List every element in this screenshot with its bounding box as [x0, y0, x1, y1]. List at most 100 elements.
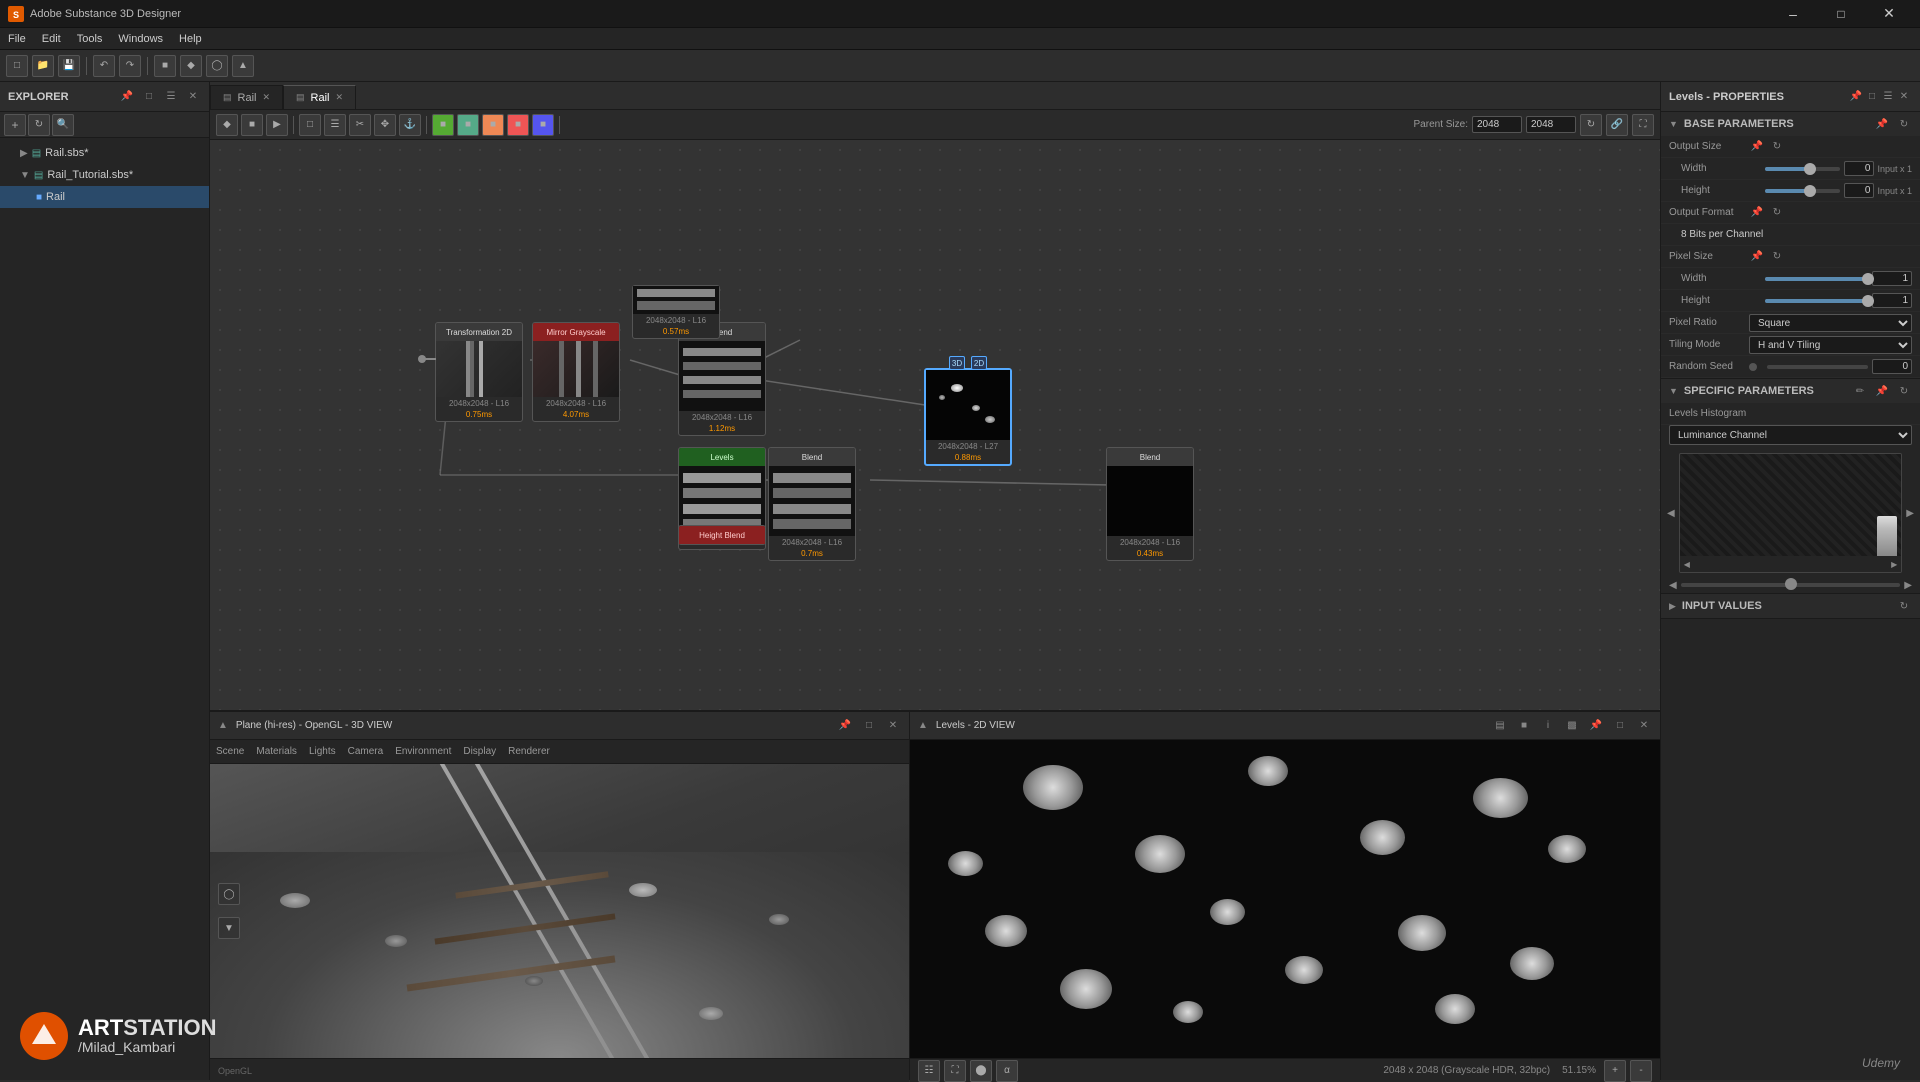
pixel-ratio-select[interactable]: Square: [1749, 314, 1912, 332]
node-blend-right[interactable]: Blend 2048x2048 - L16 0.43ms: [1106, 447, 1194, 561]
levels-channel-select[interactable]: Luminance Channel: [1669, 425, 1912, 445]
view2d-grid-btn[interactable]: ☷: [918, 1060, 940, 1082]
toolbar-btn4[interactable]: ◆: [180, 55, 202, 77]
menu-windows[interactable]: Windows: [118, 33, 163, 45]
output-format-reset[interactable]: ↻: [1769, 205, 1785, 221]
graph-tool-1[interactable]: ◆: [216, 114, 238, 136]
graph-canvas[interactable]: Transformation 2D 2048x2048 - L16 0.75ms: [210, 140, 1660, 710]
explorer-search-btn[interactable]: 🔍: [52, 114, 74, 136]
graph-tool-cut[interactable]: ✂: [349, 114, 371, 136]
view3d-tab-renderer[interactable]: Renderer: [508, 746, 550, 757]
close-button[interactable]: ✕: [1866, 0, 1912, 28]
view3d-tab-camera[interactable]: Camera: [348, 746, 384, 757]
view3d-float-btn[interactable]: □: [861, 718, 877, 734]
graph-tool-c2[interactable]: ■: [457, 114, 479, 136]
view2d-zoom-out[interactable]: -: [1630, 1060, 1652, 1082]
maximize-button[interactable]: □: [1818, 0, 1864, 28]
explorer-refresh-btn[interactable]: ↻: [28, 114, 50, 136]
base-params-reset[interactable]: ↻: [1896, 116, 1912, 132]
view2d-close-btn[interactable]: ✕: [1636, 718, 1652, 734]
explorer-item-rail-graph[interactable]: ■ Rail: [0, 186, 209, 208]
tab-close-1[interactable]: ✕: [262, 92, 270, 103]
output-size-reset[interactable]: ↻: [1769, 139, 1785, 155]
menu-edit[interactable]: Edit: [42, 33, 61, 45]
graph-tool-c3[interactable]: ■: [482, 114, 504, 136]
hist-bottom-right-arrow[interactable]: ▶: [1891, 560, 1897, 569]
view3d-tab-lights[interactable]: Lights: [309, 746, 336, 757]
hist-slider-right-arrow[interactable]: ▶: [1904, 580, 1912, 591]
graph-tool-c4[interactable]: ■: [507, 114, 529, 136]
view2d-pin-btn[interactable]: 📌: [1588, 718, 1604, 734]
hist-slider-left-arrow[interactable]: ◀: [1669, 580, 1677, 591]
props-menu-btn[interactable]: ☰: [1880, 89, 1896, 105]
node-output[interactable]: 3D 2D 2048x2048 - L27 0.88ms: [924, 368, 1012, 466]
parent-size-height-select[interactable]: 2048: [1526, 116, 1576, 133]
toolbar-btn3[interactable]: ■: [154, 55, 176, 77]
input-values-header[interactable]: ▶ INPUT VALUES ↻: [1661, 594, 1920, 618]
props-close-btn[interactable]: ✕: [1896, 89, 1912, 105]
graph-tool-2[interactable]: ■: [241, 114, 263, 136]
explorer-pin[interactable]: 📌: [119, 89, 135, 105]
node-blend-top[interactable]: Blend 2048x2048 - L16 1.12ms: [678, 322, 766, 436]
menu-help[interactable]: Help: [179, 33, 202, 45]
props-pin-btn[interactable]: 📌: [1848, 89, 1864, 105]
view2d-color-btn[interactable]: ⬤: [970, 1060, 992, 1082]
view3d-tab-scene[interactable]: Scene: [216, 746, 244, 757]
specific-params-edit[interactable]: ✏: [1852, 383, 1868, 399]
view2d-alpha-btn[interactable]: α: [996, 1060, 1018, 1082]
node-mirror-grayscale[interactable]: Mirror Grayscale 2048x2048 - L16 4.07ms: [532, 322, 620, 422]
view3d-ctrl-nav[interactable]: ▼: [218, 917, 240, 939]
graph-tool-align[interactable]: ☰: [324, 114, 346, 136]
graph-refresh-btn[interactable]: ↻: [1580, 114, 1602, 136]
explorer-new-btn[interactable]: +: [4, 114, 26, 136]
view3d-tab-display[interactable]: Display: [463, 746, 496, 757]
node-transformation2d[interactable]: Transformation 2D 2048x2048 - L16 0.75ms: [435, 322, 523, 422]
view2d-content[interactable]: [910, 740, 1660, 1058]
toolbar-open[interactable]: 📁: [32, 55, 54, 77]
specific-params-reset[interactable]: ↻: [1896, 383, 1912, 399]
pixel-size-pin[interactable]: 📌: [1749, 249, 1765, 265]
hist-right-arrow[interactable]: ▶: [1904, 506, 1916, 521]
hist-output-thumb[interactable]: [1785, 578, 1797, 590]
view3d-content[interactable]: ◯ ▼: [210, 764, 909, 1058]
pixel-width-slider[interactable]: [1765, 277, 1868, 281]
random-seed-input[interactable]: [1872, 359, 1912, 374]
node-blend-bottom[interactable]: Blend 2048x2048 - L16 0.7ms: [768, 447, 856, 561]
toolbar-undo[interactable]: ↶: [93, 55, 115, 77]
output-height-slider[interactable]: [1765, 189, 1840, 193]
explorer-menu[interactable]: ☰: [163, 89, 179, 105]
view2d-info-btn[interactable]: i: [1540, 718, 1556, 734]
view2d-zoom-in[interactable]: +: [1604, 1060, 1626, 1082]
graph-link-btn[interactable]: 🔗: [1606, 114, 1628, 136]
output-height-input[interactable]: [1844, 183, 1874, 198]
node-height-blend[interactable]: Height Blend: [678, 525, 766, 545]
view3d-tab-materials[interactable]: Materials: [256, 746, 297, 757]
view3d-ctrl-sphere[interactable]: ◯: [218, 883, 240, 905]
base-params-pin[interactable]: 📌: [1874, 116, 1890, 132]
input-values-reset[interactable]: ↻: [1896, 598, 1912, 614]
menu-file[interactable]: File: [8, 33, 26, 45]
output-size-pin[interactable]: 📌: [1749, 139, 1765, 155]
view3d-pin-btn[interactable]: 📌: [837, 718, 853, 734]
hist-output-track[interactable]: [1681, 583, 1901, 587]
node-top-output[interactable]: 2048x2048 - L16 0.57ms: [632, 285, 720, 339]
view2d-float-btn[interactable]: □: [1612, 718, 1628, 734]
minimize-button[interactable]: ‒: [1770, 0, 1816, 28]
graph-tool-c1[interactable]: ■: [432, 114, 454, 136]
specific-params-pin[interactable]: 📌: [1874, 383, 1890, 399]
toolbar-redo[interactable]: ↷: [119, 55, 141, 77]
tiling-mode-select[interactable]: H and V Tiling: [1749, 336, 1912, 354]
explorer-item-rail-tutorial[interactable]: ▼ ▤ Rail_Tutorial.sbs*: [0, 164, 209, 186]
base-params-header[interactable]: ▼ BASE PARAMETERS 📌 ↻: [1661, 112, 1920, 136]
toolbar-new[interactable]: □: [6, 55, 28, 77]
view3d-close-btn[interactable]: ✕: [885, 718, 901, 734]
parent-size-width-select[interactable]: 2048: [1472, 116, 1522, 133]
explorer-float[interactable]: □: [141, 89, 157, 105]
toolbar-save[interactable]: 💾: [58, 55, 80, 77]
view2d-zoom-fit[interactable]: ⛶: [944, 1060, 966, 1082]
explorer-close[interactable]: ✕: [185, 89, 201, 105]
pixel-height-slider[interactable]: [1765, 299, 1868, 303]
graph-tool-c5[interactable]: ■: [532, 114, 554, 136]
tab-rail-2[interactable]: ▤ Rail ✕: [283, 85, 356, 109]
random-seed-slider[interactable]: [1767, 365, 1868, 369]
